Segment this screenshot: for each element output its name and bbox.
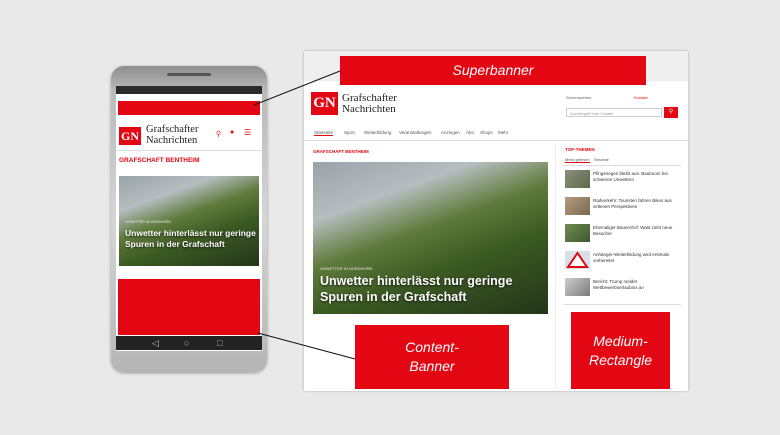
phone-logo-badge[interactable]: GN [119, 127, 141, 145]
header-divider [116, 150, 262, 151]
nav-item-5[interactable]: Abo [466, 130, 474, 135]
top-item-thumb-1[interactable] [565, 197, 590, 215]
user-icon[interactable]: ● [230, 129, 234, 136]
nav-item-1[interactable]: Sport [344, 130, 355, 135]
nav-item-6[interactable]: Shops [480, 130, 493, 135]
content-banner-label: Content- Banner [405, 339, 459, 374]
superbanner-label: Superbanner [452, 62, 534, 78]
nav-item-2[interactable]: Weiterbildung [364, 130, 391, 135]
back-icon[interactable]: ◁ [152, 336, 159, 350]
header-link-2[interactable]: Kontakt [634, 95, 648, 100]
warning-sign-icon [566, 251, 589, 268]
top-item-text-1[interactable]: Radverkehr: Touristen fahren Bikes aus s… [593, 198, 679, 209]
desktop-article-headline[interactable]: Unwetter hinterlässt nur geringe Spuren … [320, 274, 545, 305]
desktop-nav: Startseite Sport Weiterbildung Veranstal… [304, 126, 688, 141]
menu-icon[interactable]: ☰ [244, 128, 251, 137]
nav-item-7[interactable]: Mehr [498, 130, 508, 135]
phone-article-kicker: UNWETTER IN NORDHORN [125, 220, 171, 224]
top-item-text-0[interactable]: Pfingstregen bleibt aus: Bauboom bei sch… [593, 171, 679, 182]
phone-status-bar [116, 86, 262, 94]
top-item-text-2[interactable]: Ehemaliger Bauernhof: Wald zieht neue Be… [593, 225, 679, 236]
top-item-thumb-0[interactable] [565, 170, 590, 188]
tab-divider [563, 165, 681, 166]
sidebar-divider [563, 304, 681, 305]
phone-screen: GN Grafschafter Nachrichten ⚲ ● ☰ GRAFSC… [116, 86, 262, 351]
desktop-section-title[interactable]: GRAFSCHAFT BENTHEIM [313, 149, 369, 154]
desktop-article-image[interactable]: UNWETTER IN NORDHORN Unwetter hinterläss… [313, 162, 548, 314]
header-link-1[interactable]: Sehenswertes [566, 95, 591, 100]
search-icon[interactable]: ⚲ [216, 130, 221, 138]
phone-section-title[interactable]: GRAFSCHAFT BENTHEIM [119, 157, 200, 164]
phone-content-banner-slot[interactable] [118, 279, 260, 335]
top-item-thumb-3[interactable] [565, 251, 590, 269]
desktop-search-input[interactable]: Suchbegriff oder Ortsteil [566, 108, 662, 117]
top-item-thumb-2[interactable] [565, 224, 590, 242]
top-tab-1[interactable]: Neueste [594, 157, 609, 162]
top-tab-0[interactable]: Meist gelesen [565, 157, 590, 163]
phone-nav-bar: ◁ ○ □ [116, 336, 262, 350]
desktop-logo-text[interactable]: Grafschafter Nachrichten [342, 93, 397, 115]
nav-item-0[interactable]: Startseite [314, 130, 334, 136]
phone-article-image[interactable]: UNWETTER IN NORDHORN Unwetter hinterläss… [119, 176, 259, 266]
search-button[interactable]: ⚲ [664, 107, 678, 118]
top-themen-title: TOP-THEMEN [565, 147, 595, 152]
recent-apps-icon[interactable]: □ [217, 336, 222, 350]
phone-speaker [167, 73, 211, 76]
top-item-text-3[interactable]: Anhänger-Weiterbildung wird erstmals vor… [593, 252, 679, 263]
logo-line2: Nachrichten [146, 134, 198, 146]
medium-rectangle-label: Medium- Rectangle [588, 333, 653, 368]
phone-superbanner-slot[interactable] [118, 101, 260, 115]
top-item-text-4[interactable]: Bericht: Trump meldet Wettbewerbserlaubn… [593, 279, 679, 290]
logo-line1: Grafschafter [146, 124, 199, 135]
nav-item-4[interactable]: Anzeigen [441, 130, 460, 135]
phone-article-headline[interactable]: Unwetter hinterlässt nur geringe Spuren … [125, 228, 257, 249]
content-banner[interactable]: Content- Banner [355, 325, 509, 389]
phone-logo-text[interactable]: Grafschafter Nachrichten [146, 124, 199, 146]
home-icon[interactable]: ○ [184, 336, 189, 350]
logo-line2: Nachrichten [342, 103, 396, 115]
medium-rectangle[interactable]: Medium- Rectangle [571, 312, 670, 389]
nav-item-3[interactable]: Veranstaltungen [399, 130, 432, 135]
desktop-logo-badge[interactable]: GN [311, 92, 338, 115]
desktop-article-kicker: UNWETTER IN NORDHORN [320, 266, 373, 271]
superbanner[interactable]: Superbanner [340, 56, 646, 85]
top-item-thumb-4[interactable] [565, 278, 590, 296]
